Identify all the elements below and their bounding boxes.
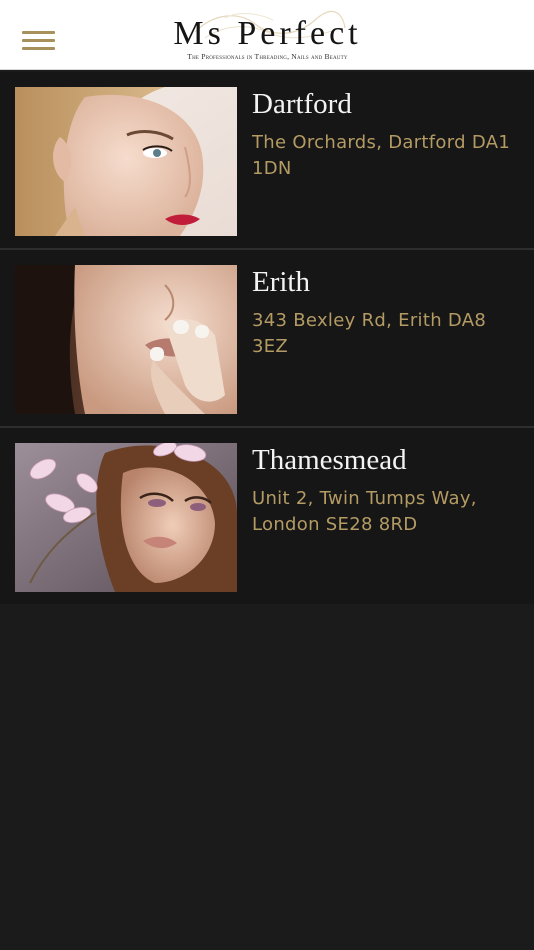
location-name: Dartford	[252, 88, 352, 120]
location-photo	[15, 87, 237, 236]
location-address: The Orchards, Dartford DA1 1DN	[252, 132, 511, 179]
location-address: Unit 2, Twin Tumps Way, London SE28 8RD	[252, 488, 477, 535]
brand-logo[interactable]: Ms Perfect The Professionals in Threadin…	[145, 8, 390, 66]
location-address: 343 Bexley Rd, Erith DA8 3EZ	[252, 310, 487, 357]
location-photo	[15, 443, 237, 592]
brand-tagline: The Professionals in Threading, Nails an…	[187, 52, 348, 61]
app-header: Ms Perfect The Professionals in Threadin…	[0, 0, 534, 70]
location-item-erith[interactable]: Erith 343 Bexley Rd, Erith DA8 3EZ	[0, 250, 534, 428]
hamburger-menu-icon[interactable]	[20, 28, 56, 56]
location-item-dartford[interactable]: Dartford The Orchards, Dartford DA1 1DN	[0, 72, 534, 250]
menu-bar	[22, 39, 55, 42]
menu-bar	[22, 31, 55, 34]
location-photo	[15, 265, 237, 414]
location-name: Thamesmead	[252, 444, 407, 476]
menu-bar	[22, 47, 55, 50]
location-item-thamesmead[interactable]: Thamesmead Unit 2, Twin Tumps Way, Londo…	[0, 428, 534, 604]
brand-title: Ms Perfect	[173, 15, 362, 52]
location-name: Erith	[252, 266, 310, 298]
location-list: Dartford The Orchards, Dartford DA1 1DN	[0, 72, 534, 604]
